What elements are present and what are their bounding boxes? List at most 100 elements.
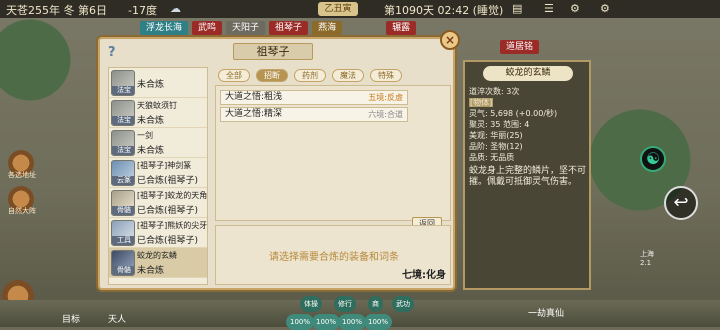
list-item[interactable]: 工具 [祖琴子]熊妖的尖牙 已合炼(祖琴子)	[109, 218, 207, 248]
map-tile[interactable]: 天阳子	[226, 21, 266, 35]
stat-line: 品阶: 圣物(12)	[469, 142, 523, 151]
tab-all[interactable]: 全部	[218, 69, 250, 82]
temperature: -17度	[128, 4, 157, 17]
map-tile[interactable]: 道居铭	[500, 40, 540, 54]
hint-panel: 请选择需要合炼的装备和词条 七境:化身	[215, 225, 451, 285]
bottom-chip[interactable]: 武功	[392, 296, 414, 312]
weather-icon: ☁	[170, 2, 181, 15]
technique-list: 大道之悟:粗浅 五境:反虚 大道之悟:精深 六境:合道 返回	[215, 85, 451, 231]
item-type-tag: 云篆	[112, 176, 134, 185]
stat-line: 道淬次数: 3次	[469, 87, 520, 96]
yin-yang-icon[interactable]: ☯	[640, 146, 666, 172]
hint-text: 请选择需要合炼的装备和词条	[269, 252, 399, 263]
right-info-line: 上海	[640, 250, 654, 258]
settings-gear-icon[interactable]: ⚙	[570, 2, 580, 15]
item-thumb: 骨骼	[111, 250, 135, 276]
map-tile[interactable]: 祖琴子	[269, 21, 309, 35]
tab-magic[interactable]: 魔法	[332, 69, 364, 82]
tab-special[interactable]: 特殊	[370, 69, 402, 82]
right-info-line: 2.1	[640, 259, 652, 267]
goal-label[interactable]: 目标	[62, 312, 80, 325]
item-type-tag: 骨骼	[112, 206, 134, 215]
realm-label: 七境:化身	[402, 270, 446, 281]
category-tag: [物体]	[469, 98, 494, 107]
item-type-tag: 骨骼	[112, 266, 134, 275]
item-state: 未合炼	[137, 146, 165, 156]
list-item[interactable]: 法宝 一剑 未合炼	[109, 128, 207, 158]
technique-panel: 全部 招断 药剂 魔法 特殊 大道之悟:粗浅 五境:反虚 大道之悟:精深 六境:…	[215, 67, 451, 285]
item-state: 未合炼	[137, 80, 165, 90]
help-icon[interactable]: ?	[108, 46, 122, 60]
stat-line: 聚灵: 35 范围: 4	[469, 120, 530, 129]
detail-description: 蛟龙身上完整的鳞片，坚不可摧。佩戴可抵御灵气伤害。	[469, 166, 587, 187]
map-tile-row-2: 道居铭	[500, 40, 540, 54]
stat-line: 灵气: 5,698 (+0.00/秒)	[469, 109, 558, 118]
list-item[interactable]: 法宝 天狼蚊须钉 未合炼	[109, 98, 207, 128]
item-state: 未合炼	[137, 116, 165, 126]
detail-stats: 道淬次数: 3次 [物体] 灵气: 5,698 (+0.00/秒) 聚灵: 35…	[469, 86, 585, 163]
item-name: 天狼蚊须钉	[137, 101, 177, 110]
bottom-chip[interactable]: 商	[368, 296, 383, 312]
status-bar: 天苍255年 冬 第6日 -17度 ☁ 乙丑寅 第1090天 02:42 (睡觉…	[0, 0, 720, 18]
technique-name: 大道之悟:精深	[225, 109, 283, 119]
list-item[interactable]: 云篆 [祖琴子]神剑篆 已合炼(祖琴子)	[109, 158, 207, 188]
percent-chip: 100%	[364, 314, 393, 330]
item-name: [祖琴子]神剑篆	[137, 161, 192, 170]
technique-requirement: 六境:合道	[368, 110, 403, 119]
stat-line: [物体]	[469, 97, 585, 108]
site-select-label: 各选地址	[8, 171, 36, 179]
ganzhi-ribbon: 乙丑寅	[318, 2, 358, 16]
category-tabs: 全部 招断 药剂 魔法 特殊	[215, 67, 451, 83]
tab-moves[interactable]: 招断	[256, 69, 288, 82]
stat-line: 品质: 无品质	[469, 153, 515, 162]
item-thumb: 法宝	[111, 100, 135, 126]
item-state: 已合炼(祖琴子)	[137, 176, 199, 186]
save-icon[interactable]: ▤	[512, 2, 522, 15]
refine-dialog: ? 祖琴子 × 法宝 未合炼 法宝 天狼蚊须钉 未合炼 法宝 一剑 未合炼 云篆…	[98, 30, 460, 290]
item-detail-panel: 蛟龙的玄鳞 道淬次数: 3次 [物体] 灵气: 5,698 (+0.00/秒) …	[463, 60, 591, 290]
percent-chip: 100%	[286, 314, 315, 330]
formation-label: 自然大阵	[8, 207, 36, 215]
item-type-tag: 法宝	[112, 146, 134, 155]
item-name: 一剑	[137, 131, 153, 140]
technique-name: 大道之悟:粗浅	[225, 92, 283, 102]
percent-chip: 100%	[338, 314, 367, 330]
back-arrow-icon[interactable]: ↩	[664, 186, 698, 220]
item-thumb: 工具	[111, 220, 135, 246]
list-item-selected[interactable]: 骨骼 蛟龙的玄鳞 未合炼	[109, 248, 207, 278]
bottom-chip[interactable]: 修行	[334, 296, 356, 312]
options-gear-icon[interactable]: ⚙	[600, 2, 610, 15]
item-name: [祖琴子]熊妖的尖牙	[137, 221, 208, 230]
bottom-chip[interactable]: 体操	[300, 296, 322, 312]
item-state: 未合炼	[137, 266, 165, 276]
list-item[interactable]: 骨骼 [祖琴子]蛟龙的天角 已合炼(祖琴子)	[109, 188, 207, 218]
item-thumb: 法宝	[111, 70, 135, 96]
game-date: 天苍255年 冬 第6日	[6, 4, 107, 17]
map-tile[interactable]: 浮龙长海	[140, 21, 189, 35]
map-tile[interactable]: 武鸣	[192, 21, 223, 35]
item-thumb: 骨骼	[111, 190, 135, 216]
menu-icon[interactable]: ☰	[544, 2, 554, 15]
realm-footer: 一劫真仙	[528, 309, 565, 319]
item-state: 已合炼(祖琴子)	[137, 206, 199, 216]
list-item[interactable]: 法宝 未合炼	[109, 68, 207, 98]
map-tile[interactable]: 辗露	[386, 21, 417, 35]
item-name: [祖琴子]蛟龙的天角	[137, 191, 208, 200]
tianren-label[interactable]: 天人	[108, 312, 126, 325]
item-state: 已合炼(祖琴子)	[137, 236, 199, 246]
map-tile[interactable]: 燕海	[312, 21, 343, 35]
item-list: 法宝 未合炼 法宝 天狼蚊须钉 未合炼 法宝 一剑 未合炼 云篆 [祖琴子]神剑…	[108, 67, 208, 285]
technique-row[interactable]: 大道之悟:粗浅 五境:反虚	[220, 90, 408, 105]
tab-potions[interactable]: 药剂	[294, 69, 326, 82]
item-name: 蛟龙的玄鳞	[137, 251, 177, 260]
dialog-title: 祖琴子	[233, 43, 313, 60]
item-type-tag: 法宝	[112, 116, 134, 125]
day-time: 第1090天 02:42 (睡觉)	[384, 4, 504, 17]
close-button[interactable]: ×	[440, 30, 460, 50]
percent-chip: 100%	[312, 314, 341, 330]
map-tile-row: 浮龙长海 武鸣 天阳子 祖琴子 燕海 辗露	[140, 21, 417, 35]
item-thumb: 法宝	[111, 130, 135, 156]
item-type-tag: 工具	[112, 236, 134, 245]
technique-row[interactable]: 大道之悟:精深 六境:合道	[220, 107, 408, 122]
detail-title: 蛟龙的玄鳞	[483, 66, 573, 81]
